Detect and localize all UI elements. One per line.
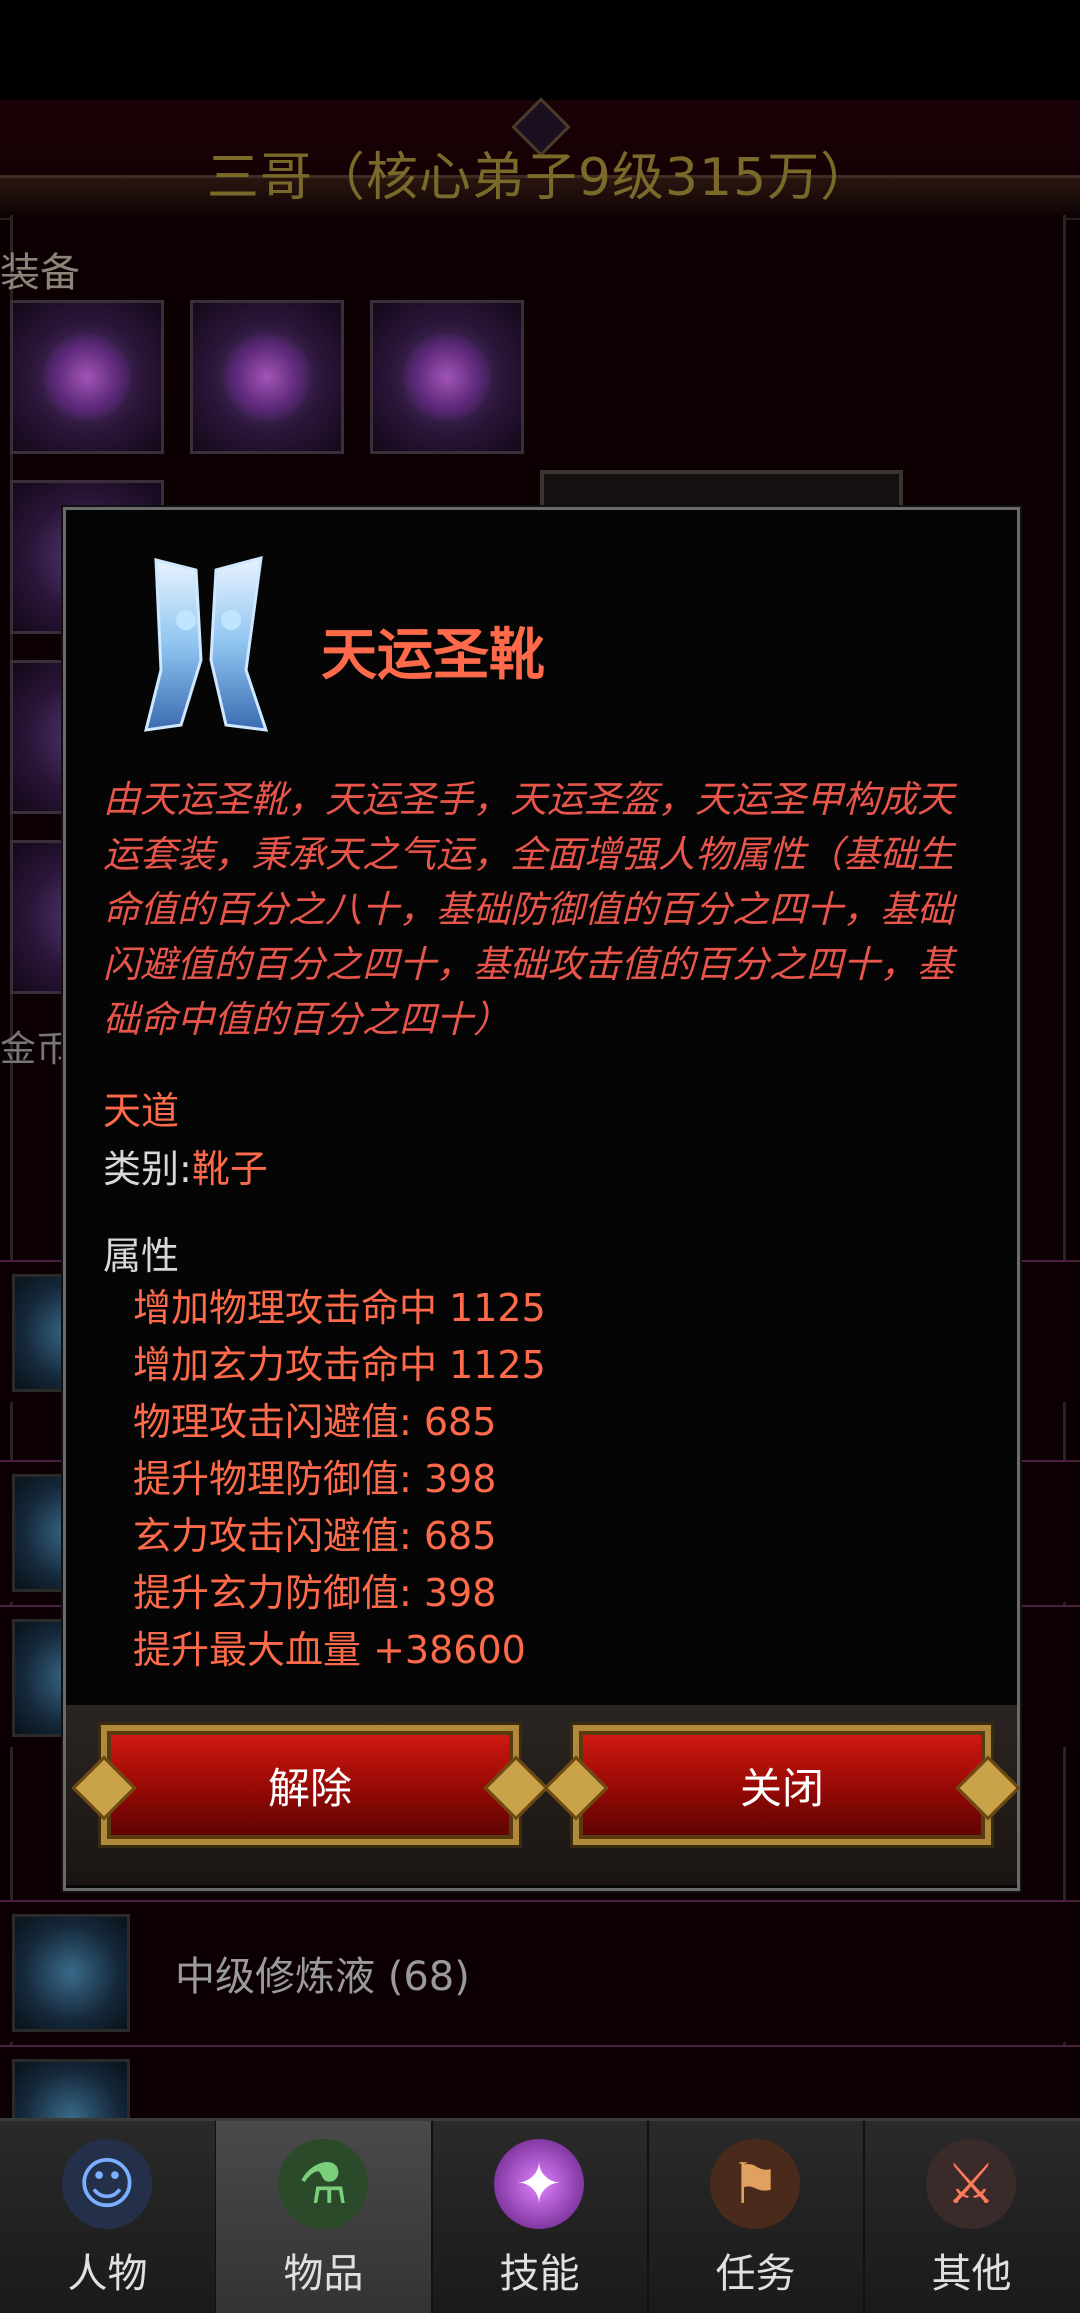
- attribute-item: 物理攻击闪避值: 685: [133, 1400, 497, 1444]
- nav-tab-character[interactable]: ☺ 人物: [0, 2121, 217, 2313]
- boots-icon: [126, 550, 286, 740]
- character-icon: ☺: [62, 2139, 152, 2229]
- equipment-icon: [223, 333, 311, 421]
- nav-tab-skills[interactable]: ✦ 技能: [432, 2121, 649, 2313]
- attribute-item: 增加物理攻击命中 1125: [133, 1286, 546, 1330]
- nav-label: 物品: [283, 2251, 364, 2297]
- item-icon: [12, 2059, 130, 2122]
- nav-label: 技能: [499, 2251, 580, 2297]
- attribute-item: 提升最大血量 +38600: [133, 1628, 526, 1672]
- attributes-list: 增加物理攻击命中 1125 增加玄力攻击命中 1125 物理攻击闪避值: 685…: [133, 1280, 546, 1679]
- item-category: 类别:靴子: [103, 1138, 268, 1193]
- equipment-icon: [403, 333, 491, 421]
- equip-slot[interactable]: [370, 300, 524, 454]
- item-tier: 天道: [103, 1089, 180, 1133]
- attribute-item: 提升物理防御值: 398: [133, 1457, 497, 1501]
- nav-tab-other[interactable]: ⚔ 其他: [864, 2121, 1079, 2313]
- nav-tab-items[interactable]: ⚗ 物品: [216, 2121, 433, 2313]
- potion-icon: ⚗: [278, 2139, 368, 2229]
- close-button[interactable]: 关闭: [573, 1725, 991, 1845]
- bottom-nav: ☺ 人物 ⚗ 物品 ✦ 技能 ⚑ 任务 ⚔ 其他: [0, 2118, 1080, 2313]
- attribute-item: 提升玄力防御值: 398: [133, 1571, 497, 1615]
- equipment-icon: [43, 333, 131, 421]
- skill-orb-icon: ✦: [494, 2139, 584, 2229]
- nav-label: 其他: [931, 2251, 1012, 2297]
- status-bar: [0, 0, 1080, 100]
- sword-icon: ⚔: [926, 2139, 1016, 2229]
- category-key: 类别:: [103, 1147, 192, 1191]
- equip-slot[interactable]: [190, 300, 344, 454]
- equip-slot[interactable]: [10, 300, 164, 454]
- cultivation-liquid-icon: [12, 1914, 130, 2032]
- character-title: 三哥（核心弟子9级315万）: [206, 148, 874, 208]
- item-name: 天运圣靴: [321, 623, 545, 688]
- unequip-button[interactable]: 解除: [101, 1725, 519, 1845]
- attribute-item: 增加玄力攻击命中 1125: [133, 1343, 546, 1387]
- nav-label: 人物: [67, 2251, 148, 2297]
- nav-label: 任务: [715, 2251, 796, 2297]
- item-detail-dialog: 天运圣靴 由天运圣靴，天运圣手，天运圣盔，天运圣甲构成天运套装，秉承天之气运，全…: [63, 507, 1020, 1891]
- quest-icon: ⚑: [710, 2139, 800, 2229]
- category-value: 靴子: [191, 1147, 268, 1191]
- equipment-section-label: 装备: [0, 250, 80, 296]
- list-item-label: 中级修炼液 (68): [175, 1954, 470, 2000]
- nav-tab-quests[interactable]: ⚑ 任务: [648, 2121, 865, 2313]
- list-item[interactable]: 中级修炼液 (68): [0, 1900, 1080, 2042]
- item-description: 由天运圣靴，天运圣手，天运圣盔，天运圣甲构成天运套装，秉承天之气运，全面增强人物…: [103, 778, 954, 1041]
- attribute-item: 玄力攻击闪避值: 685: [133, 1514, 497, 1558]
- attributes-title: 属性: [103, 1234, 180, 1278]
- list-item[interactable]: [0, 2045, 1080, 2122]
